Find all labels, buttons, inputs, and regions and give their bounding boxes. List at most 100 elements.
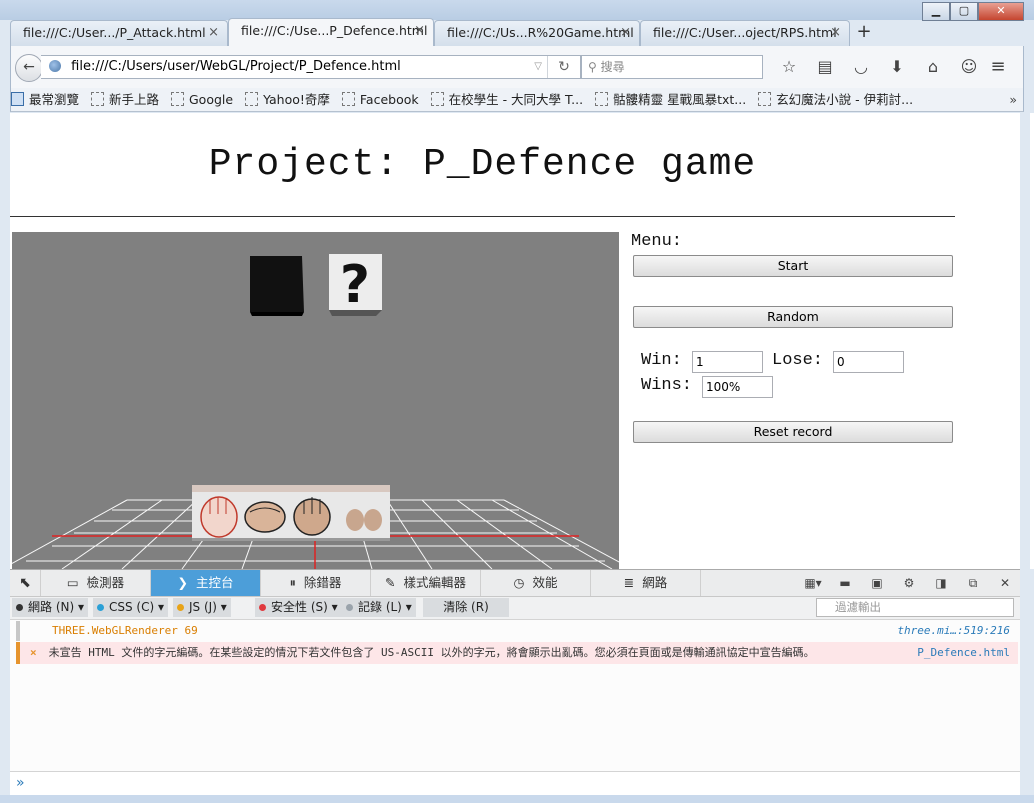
bookmarks-toolbar: 最常瀏覽 新手上路 Google Yahoo!奇摩 Facebook 在校學生 … xyxy=(10,88,1024,112)
inspector-icon: ▭ xyxy=(66,575,79,590)
bookmark-item[interactable]: Facebook xyxy=(341,88,419,111)
webgl-canvas[interactable]: ? xyxy=(12,232,619,569)
settings-gear-icon[interactable]: ⚙ xyxy=(898,570,920,596)
warning-icon: × xyxy=(30,646,37,659)
page-icon xyxy=(341,92,355,106)
tab-network[interactable]: ≣ 網路 xyxy=(591,570,701,596)
browser-window: ▁ ▢ ✕ file:///C:/User.../P_Attack.html ×… xyxy=(0,0,1034,803)
pencil-icon: ✎ xyxy=(385,575,396,590)
filter-js[interactable]: JS (J) ▾ xyxy=(173,598,231,617)
chevron-more-icon[interactable]: » xyxy=(1009,88,1017,111)
rock-fist-icon xyxy=(244,501,286,533)
filter-security[interactable]: 安全性 (S) ▾ xyxy=(255,598,342,617)
lose-field[interactable]: 0 xyxy=(833,351,904,373)
page-icon xyxy=(758,92,772,106)
new-tab-button[interactable]: + xyxy=(852,20,876,46)
pocket-icon[interactable]: ◡ xyxy=(843,56,879,78)
pause-icon: ⏸ xyxy=(289,575,296,590)
tab-console[interactable]: ❯ 主控台 xyxy=(151,570,261,596)
page-icon xyxy=(595,92,609,106)
devtools-panel: ⬉ ▭ 檢測器 ❯ 主控台 ⏸ 除錯器 ✎ 樣式編輯器 ◷ 效能 ≣ 網路 ▦▾ ▬ ▣ ⚙… xyxy=(10,569,1020,796)
filter-css[interactable]: CSS (C) ▾ xyxy=(93,598,169,617)
reset-record-button[interactable]: Reset record xyxy=(633,421,953,443)
page-icon xyxy=(171,92,184,106)
undock-icon[interactable]: ⧉ xyxy=(962,570,984,596)
question-mark: ? xyxy=(340,255,370,315)
close-tab-icon[interactable]: × xyxy=(414,19,425,43)
win-field[interactable]: 1 xyxy=(692,351,763,373)
filter-logging[interactable]: 記錄 (L) ▾ xyxy=(342,598,416,617)
lose-label: Lose: xyxy=(772,351,824,370)
random-button[interactable]: Random xyxy=(633,306,953,328)
url-dropdown-icon[interactable]: ▽ xyxy=(534,56,542,78)
element-picker-icon[interactable]: ⬉ xyxy=(10,570,41,596)
bookmark-folder-icon xyxy=(11,92,24,106)
tab-performance[interactable]: ◷ 效能 xyxy=(481,570,591,596)
clear-button[interactable]: 清除 (R) xyxy=(423,598,509,617)
dot-icon xyxy=(16,604,23,611)
bookmark-item[interactable]: 最常瀏覽 xyxy=(11,88,79,111)
bookmark-star-icon[interactable]: ☆ xyxy=(771,56,807,78)
reload-icon[interactable]: ↻ xyxy=(547,56,580,78)
dot-icon xyxy=(346,604,353,611)
chat-icon[interactable]: ☺ xyxy=(951,56,987,78)
close-tab-icon[interactable]: × xyxy=(620,21,631,45)
bookmark-item[interactable]: 在校學生 - 大同大學 T... xyxy=(430,88,583,111)
tab-label: file:///C:/Use...P_Defence.html xyxy=(241,23,428,38)
dock-side-icon[interactable]: ◨ xyxy=(930,570,952,596)
download-icon[interactable]: ⬇ xyxy=(879,56,915,78)
tab-label: file:///C:/User.../P_Attack.html xyxy=(23,25,206,40)
bookmark-item[interactable]: 玄幻魔法小說 - 伊莉討... xyxy=(758,88,913,111)
bookmark-item[interactable]: 新手上路 xyxy=(91,88,159,111)
bookmark-item[interactable]: Yahoo!奇摩 xyxy=(245,88,330,111)
search-input[interactable]: ⚲ 搜尋 xyxy=(581,55,763,79)
filter-output-input[interactable]: 過濾輸出 xyxy=(816,598,1014,617)
screenshot-icon[interactable]: ▣ xyxy=(866,570,888,596)
question-cube: ? xyxy=(329,254,382,316)
console-input[interactable]: » xyxy=(10,771,1020,796)
log-source-link[interactable]: three.mi…:519:216 xyxy=(897,621,1010,641)
home-icon[interactable]: ⌂ xyxy=(915,56,951,78)
tab-label: file:///C:/Us...R%20Game.html xyxy=(447,25,634,40)
dot-icon xyxy=(97,604,104,611)
hamburger-menu-icon[interactable]: ≡ xyxy=(987,56,1009,78)
paper-hand-icon xyxy=(200,496,238,538)
console-filter-bar: 網路 (N) ▾ CSS (C) ▾ JS (J) ▾ 安全性 (S) ▾ 記錄… xyxy=(10,597,1020,620)
tab-strip: file:///C:/User.../P_Attack.html × file:… xyxy=(10,18,1024,46)
start-button[interactable]: Start xyxy=(633,255,953,277)
page-title: Project: P_Defence game xyxy=(208,143,757,186)
page-icon xyxy=(245,92,259,106)
globe-icon xyxy=(49,60,61,72)
title-bar: ▁ ▢ ✕ xyxy=(0,0,1034,21)
close-tab-icon[interactable]: × xyxy=(830,21,841,45)
bookmark-item[interactable]: Google xyxy=(171,88,233,111)
dot-icon xyxy=(177,604,184,611)
prompt-chevron-icon: » xyxy=(16,775,25,791)
tab-rps[interactable]: file:///C:/User...oject/RPS.html × xyxy=(640,20,850,46)
menu-label: Menu: xyxy=(631,232,683,251)
divider xyxy=(10,216,955,217)
reading-list-icon[interactable]: ▤ xyxy=(807,56,843,78)
tab-p-attack[interactable]: file:///C:/User.../P_Attack.html × xyxy=(10,20,228,46)
back-button[interactable]: ← xyxy=(15,54,43,82)
log-source-link[interactable]: P_Defence.html xyxy=(917,642,1010,664)
page-icon xyxy=(430,92,444,106)
tab-inspector[interactable]: ▭ 檢測器 xyxy=(41,570,151,596)
close-tab-icon[interactable]: × xyxy=(208,21,219,45)
scrollbar[interactable] xyxy=(1030,113,1034,569)
responsive-icon[interactable]: ▦▾ xyxy=(802,570,824,596)
url-bar[interactable]: file:///C:/Users/user/WebGL/Project/P_De… xyxy=(41,55,581,79)
close-devtools-icon[interactable]: ✕ xyxy=(994,570,1016,596)
tab-game[interactable]: file:///C:/Us...R%20Game.html × xyxy=(434,20,640,46)
console-warning-row: × 未宣告 HTML 文件的字元編碼。在某些設定的情況下若文件包含了 US-ASC… xyxy=(16,642,1018,664)
devtools-toolbar: ⬉ ▭ 檢測器 ❯ 主控台 ⏸ 除錯器 ✎ 樣式編輯器 ◷ 效能 ≣ 網路 ▦▾ ▬ ▣ ⚙… xyxy=(10,570,1020,597)
gauge-icon: ◷ xyxy=(513,575,525,590)
page-icon xyxy=(91,92,104,106)
tab-p-defence[interactable]: file:///C:/Use...P_Defence.html × xyxy=(228,18,434,46)
filter-network[interactable]: 網路 (N) ▾ xyxy=(12,598,88,617)
split-console-icon[interactable]: ▬ xyxy=(834,570,856,596)
bookmark-item[interactable]: 骷髏精靈 星戰風暴txt... xyxy=(595,88,746,111)
wins-field[interactable]: 100% xyxy=(702,376,773,398)
tab-debugger[interactable]: ⏸ 除錯器 xyxy=(261,570,371,596)
tab-style-editor[interactable]: ✎ 樣式編輯器 xyxy=(371,570,481,596)
